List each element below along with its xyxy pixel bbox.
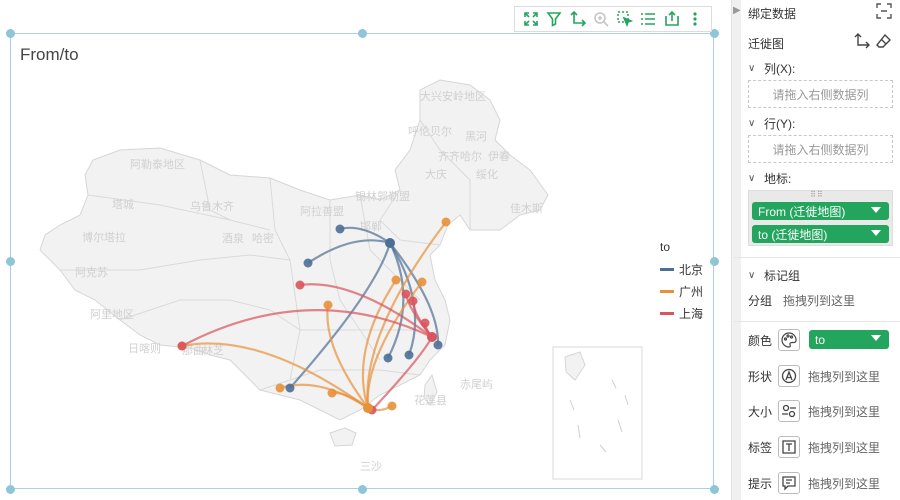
size-dropzone[interactable]: 拖拽列到这里 [808,403,880,420]
tooltip-dropzone[interactable]: 拖拽列到这里 [808,475,880,492]
caret-down-icon[interactable] [871,230,881,236]
legend-title: to [660,240,671,254]
divider [734,257,900,258]
chart-toolbar [514,6,712,32]
shape-label: 形状 [748,369,773,384]
geo-section[interactable]: ∨ 地标: [748,170,791,187]
columns-dropzone[interactable]: 请拖入右侧数据列 [748,80,893,108]
legend-swatch [660,311,674,315]
legend-label: 上海 [679,306,704,321]
divider [734,321,900,322]
chart-title: From/to [20,45,79,64]
chevron-down-icon: ∨ [748,118,756,129]
legend-swatch [660,289,674,293]
swap-axes-icon[interactable] [568,9,588,29]
group-dropzone[interactable]: 拖拽列到这里 [783,292,855,309]
list-icon[interactable] [638,9,658,29]
label-label: 标签 [748,440,773,455]
tooltip-label: 提示 [748,476,773,491]
geo-field-pill[interactable]: to (迁徙地图) [752,225,889,243]
rows-section[interactable]: ∨ 行(Y): [748,115,795,132]
rows-dropzone[interactable]: 请拖入右侧数据列 [748,135,893,163]
geo-field-pill[interactable]: From (迁徙地图) [752,202,889,220]
tooltip-mark-row: 提示 拖拽列到这里 [748,472,880,494]
resize-handle[interactable] [358,485,367,494]
zoom-icon[interactable] [591,9,611,29]
rows-label: 行(Y): [764,117,796,131]
panel-collapse-icon[interactable]: ▶ [733,4,741,18]
group-label: 分组 [748,294,773,308]
color-mark-row: 颜色 [748,329,808,351]
drag-grip-icon[interactable]: ⠿⠿ [810,190,824,199]
legend-item[interactable]: 广州 [660,280,703,302]
marks-section[interactable]: ∨ 标记组 [748,267,800,284]
color-field-label: to [815,332,826,347]
tooltip-icon[interactable] [778,472,800,494]
legend-item[interactable]: 上海 [660,302,703,324]
color-label: 颜色 [748,333,773,348]
more-icon[interactable] [685,9,705,29]
columns-label: 列(X): [764,62,796,76]
label-mark-row: 标签 拖拽列到这里 [748,436,880,458]
eraser-icon[interactable] [876,33,892,54]
geo-field-label: From (迁徙地图) [758,204,846,219]
legend-label: 广州 [679,284,704,299]
select-icon[interactable] [615,9,635,29]
chevron-down-icon: ∨ [748,63,756,74]
size-icon[interactable] [778,400,800,422]
chevron-down-icon: ∨ [748,270,756,281]
legend-swatch [660,267,674,271]
expand-icon[interactable] [521,9,541,29]
columns-section[interactable]: ∨ 列(X): [748,60,795,77]
resize-handle[interactable] [6,485,15,494]
chevron-down-icon: ∨ [748,173,756,184]
panel-header: 绑定数据 [748,7,797,21]
geo-field-label: to (迁徙地图) [758,227,828,242]
swap-axes-icon[interactable] [854,33,870,54]
chart-legend: to 北京 广州 上海 [660,240,703,324]
geo-label: 地标: [764,172,792,186]
shape-mark-row: 形状 拖拽列到这里 [748,365,880,387]
resize-handle[interactable] [710,485,719,494]
panel-side-strip [732,0,741,500]
resize-handle[interactable] [358,29,367,38]
chart-type-label: 迁徙图 [748,37,785,51]
size-mark-row: 大小 拖拽列到这里 [748,400,880,422]
caret-down-icon[interactable] [871,207,881,213]
chart-selection-frame[interactable] [10,33,714,489]
shape-icon[interactable] [778,365,800,387]
resize-handle[interactable] [6,257,15,266]
legend-item[interactable]: 北京 [660,258,703,280]
shape-dropzone[interactable]: 拖拽列到这里 [808,368,880,385]
color-field-pill[interactable]: to [809,330,889,349]
app-root: 大兴安岭地区 呼伦贝尔 黑河 齐齐哈尔 伊春 大庆 绥化 锡林郭勒盟 阿勒泰地区 塔城 博尔塔拉 乌鲁… [0,0,900,500]
text-label-icon[interactable] [778,436,800,458]
label-dropzone[interactable]: 拖拽列到这里 [808,439,880,456]
export-icon[interactable] [662,9,682,29]
fullscreen-icon[interactable] [876,3,892,24]
caret-down-icon[interactable] [871,335,881,341]
chart-canvas[interactable]: 大兴安岭地区 呼伦贝尔 黑河 齐齐哈尔 伊春 大庆 绥化 锡林郭勒盟 阿勒泰地区 塔城 博尔塔拉 乌鲁… [0,0,728,500]
palette-icon[interactable] [778,329,800,351]
filter-icon[interactable] [544,9,564,29]
legend-label: 北京 [679,262,704,277]
resize-handle[interactable] [6,29,15,38]
marks-label: 标记组 [764,269,801,283]
resize-handle[interactable] [710,257,719,266]
size-label: 大小 [748,404,773,419]
